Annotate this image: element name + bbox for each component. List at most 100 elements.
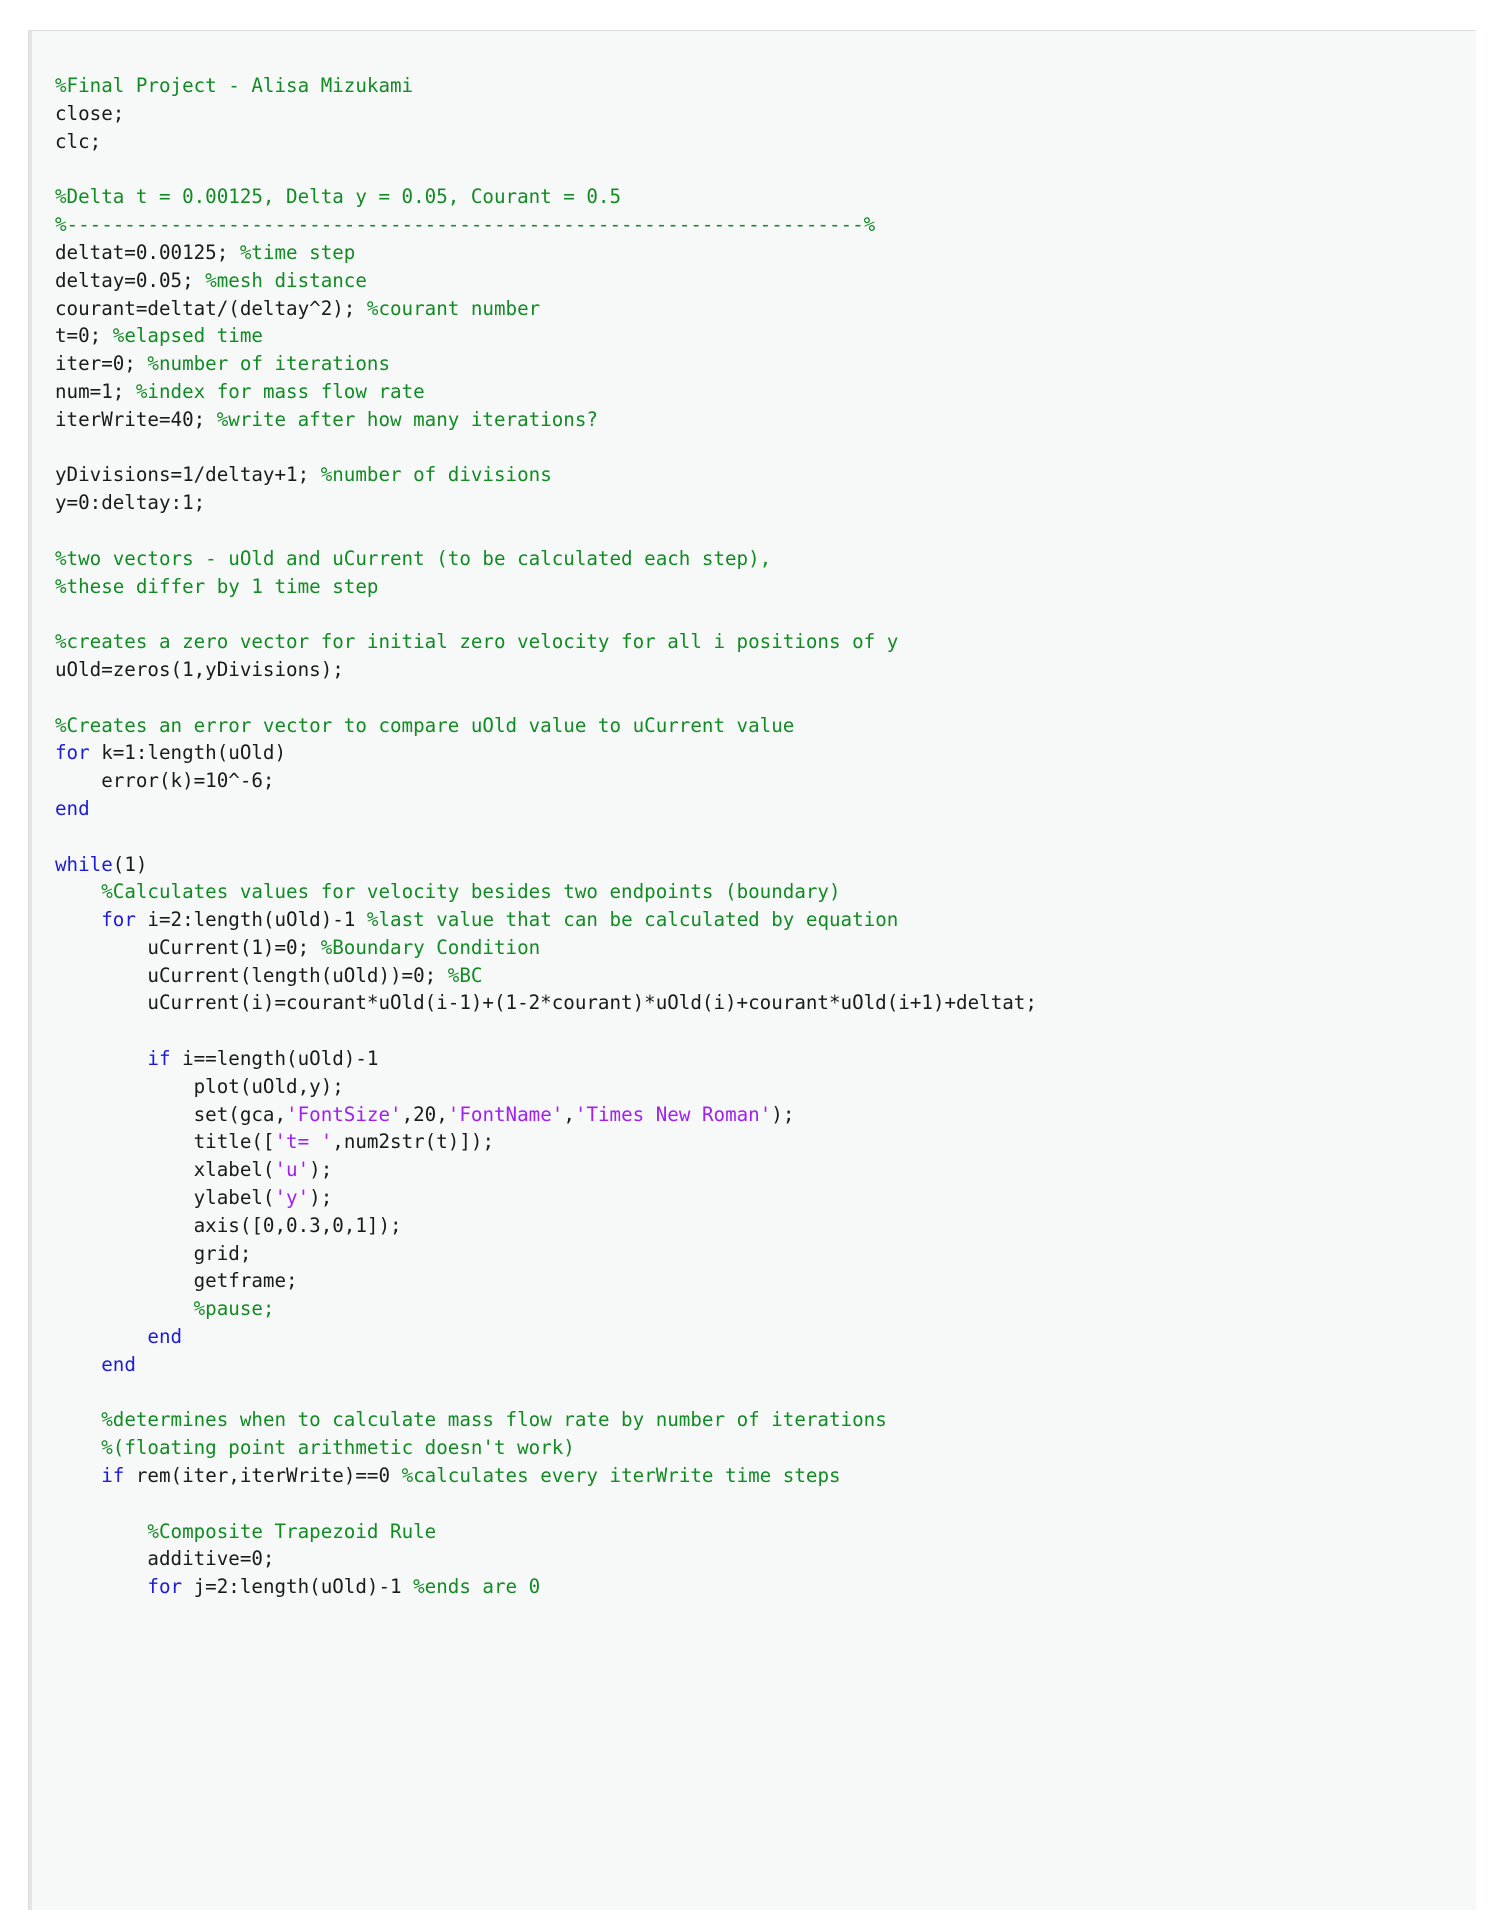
code-text: ); [309, 1186, 333, 1210]
code-line: if i==length(uOld)-1 [55, 1045, 1476, 1073]
code-text: grid; [55, 1241, 252, 1265]
code-line: getframe; [55, 1267, 1476, 1295]
code-line: %Final Project - Alisa Mizukami [55, 72, 1476, 100]
code-comment: %these differ by 1 time step [55, 574, 379, 598]
code-line: y=0:deltay:1; [55, 489, 1476, 517]
code-text: ,20, [401, 1102, 448, 1126]
code-line: deltat=0.00125; %time step [55, 239, 1476, 267]
code-comment: %time step [239, 240, 356, 264]
code-text: yDivisions=1/deltay+1; [55, 463, 321, 487]
code-text: uCurrent(i)=courant*uOld(i-1)+(1-2*coura… [55, 991, 1037, 1015]
code-keyword: for [101, 908, 136, 932]
code-line: t=0; %elapsed time [55, 322, 1476, 350]
code-line: %creates a zero vector for initial zero … [55, 628, 1476, 656]
code-line: uCurrent(1)=0; %Boundary Condition [55, 934, 1476, 962]
code-text: axis([0,0.3,0,1]); [55, 1213, 402, 1237]
code-line: grid; [55, 1240, 1476, 1268]
code-text: close; [55, 101, 125, 125]
code-line: iter=0; %number of iterations [55, 350, 1476, 378]
code-line: plot(uOld,y); [55, 1073, 1476, 1101]
code-text: ); [771, 1102, 795, 1126]
code-comment: %last value that can be calculated by eq… [366, 908, 899, 932]
matlab-source-code: %Final Project - Alisa Mizukami close; clc… [55, 72, 1476, 1601]
code-line: uCurrent(length(uOld))=0; %BC [55, 962, 1476, 990]
code-text: additive=0; [55, 1547, 275, 1571]
code-comment: %---------------------------------------… [55, 213, 876, 237]
code-text: ,num2str(t)]); [332, 1130, 494, 1154]
code-keyword: end [101, 1352, 136, 1376]
code-comment: %mesh distance [205, 268, 367, 292]
code-text: clc; [55, 129, 102, 153]
code-comment: %elapsed time [112, 324, 263, 348]
code-comment: %determines when to calculate mass flow … [101, 1408, 887, 1432]
code-line: error(k)=10^-6; [55, 767, 1476, 795]
code-comment: %Composite Trapezoid Rule [147, 1519, 437, 1543]
code-line: title(['t= ',num2str(t)]); [55, 1128, 1476, 1156]
code-text: courant=deltat/(deltay^2); [55, 296, 367, 320]
code-text: num=1; [55, 379, 136, 403]
code-text: i==length(uOld)-1 [170, 1047, 379, 1071]
code-comment: %Delta t = 0.00125, Delta y = 0.05, Cour… [55, 185, 622, 209]
code-line: if rem(iter,iterWrite)==0 %calculates ev… [55, 1462, 1476, 1490]
code-line: %determines when to calculate mass flow … [55, 1406, 1476, 1434]
code-comment: %number of divisions [320, 463, 552, 487]
code-comment: %courant number [366, 296, 541, 320]
code-line: %pause; [55, 1295, 1476, 1323]
code-keyword: end [147, 1325, 183, 1349]
code-keyword: for [147, 1575, 183, 1599]
code-comment: %(floating point arithmetic doesn't work… [101, 1436, 575, 1460]
code-text: uOld=zeros(1,yDivisions); [55, 657, 344, 681]
code-comment: %ends are 0 [413, 1575, 541, 1599]
code-line: axis([0,0.3,0,1]); [55, 1212, 1476, 1240]
code-line: %Composite Trapezoid Rule [55, 1518, 1476, 1546]
code-string: 'Times New Roman' [574, 1102, 772, 1126]
code-comment: %Final Project - Alisa Mizukami [55, 74, 414, 98]
code-line: for j=2:length(uOld)-1 %ends are 0 [55, 1573, 1476, 1601]
code-comment: %Calculates values for velocity besides … [101, 880, 841, 904]
code-line: num=1; %index for mass flow rate [55, 378, 1476, 406]
code-line: courant=deltat/(deltay^2); %courant numb… [55, 295, 1476, 323]
code-line: end [55, 1323, 1476, 1351]
code-keyword: while [55, 852, 113, 876]
code-text: ); [309, 1158, 333, 1182]
code-line: xlabel('u'); [55, 1156, 1476, 1184]
code-line: for i=2:length(uOld)-1 %last value that … [55, 906, 1476, 934]
code-text: (1) [112, 852, 148, 876]
code-text: getframe; [55, 1269, 298, 1293]
code-text: deltat=0.00125; [55, 240, 240, 264]
code-keyword: end [55, 796, 90, 820]
code-listing-page: %Final Project - Alisa Mizukami close; clc… [28, 30, 1476, 1910]
code-line: close; [55, 100, 1476, 128]
code-keyword: if [101, 1464, 125, 1488]
code-line: %Delta t = 0.00125, Delta y = 0.05, Cour… [55, 183, 1476, 211]
code-line: iterWrite=40; %write after how many iter… [55, 406, 1476, 434]
code-line: uOld=zeros(1,yDivisions); [55, 656, 1476, 684]
code-string: 'y' [274, 1186, 310, 1210]
code-line: for k=1:length(uOld) [55, 739, 1476, 767]
code-text: uCurrent(1)=0; [55, 935, 321, 959]
code-string: 'FontName' [447, 1102, 564, 1126]
code-line: uCurrent(i)=courant*uOld(i-1)+(1-2*coura… [55, 989, 1476, 1017]
code-line: set(gca,'FontSize',20,'FontName','Times … [55, 1101, 1476, 1129]
code-line: ylabel('y'); [55, 1184, 1476, 1212]
code-text: t=0; [55, 324, 113, 348]
code-comment: %Boundary Condition [320, 935, 541, 959]
code-comment: %pause; [193, 1297, 275, 1321]
code-text: uCurrent(length(uOld))=0; [55, 963, 448, 987]
code-line: %two vectors - uOld and uCurrent (to be … [55, 545, 1476, 573]
code-line: end [55, 795, 1476, 823]
code-line: deltay=0.05; %mesh distance [55, 267, 1476, 295]
code-text: title([ [55, 1130, 275, 1154]
